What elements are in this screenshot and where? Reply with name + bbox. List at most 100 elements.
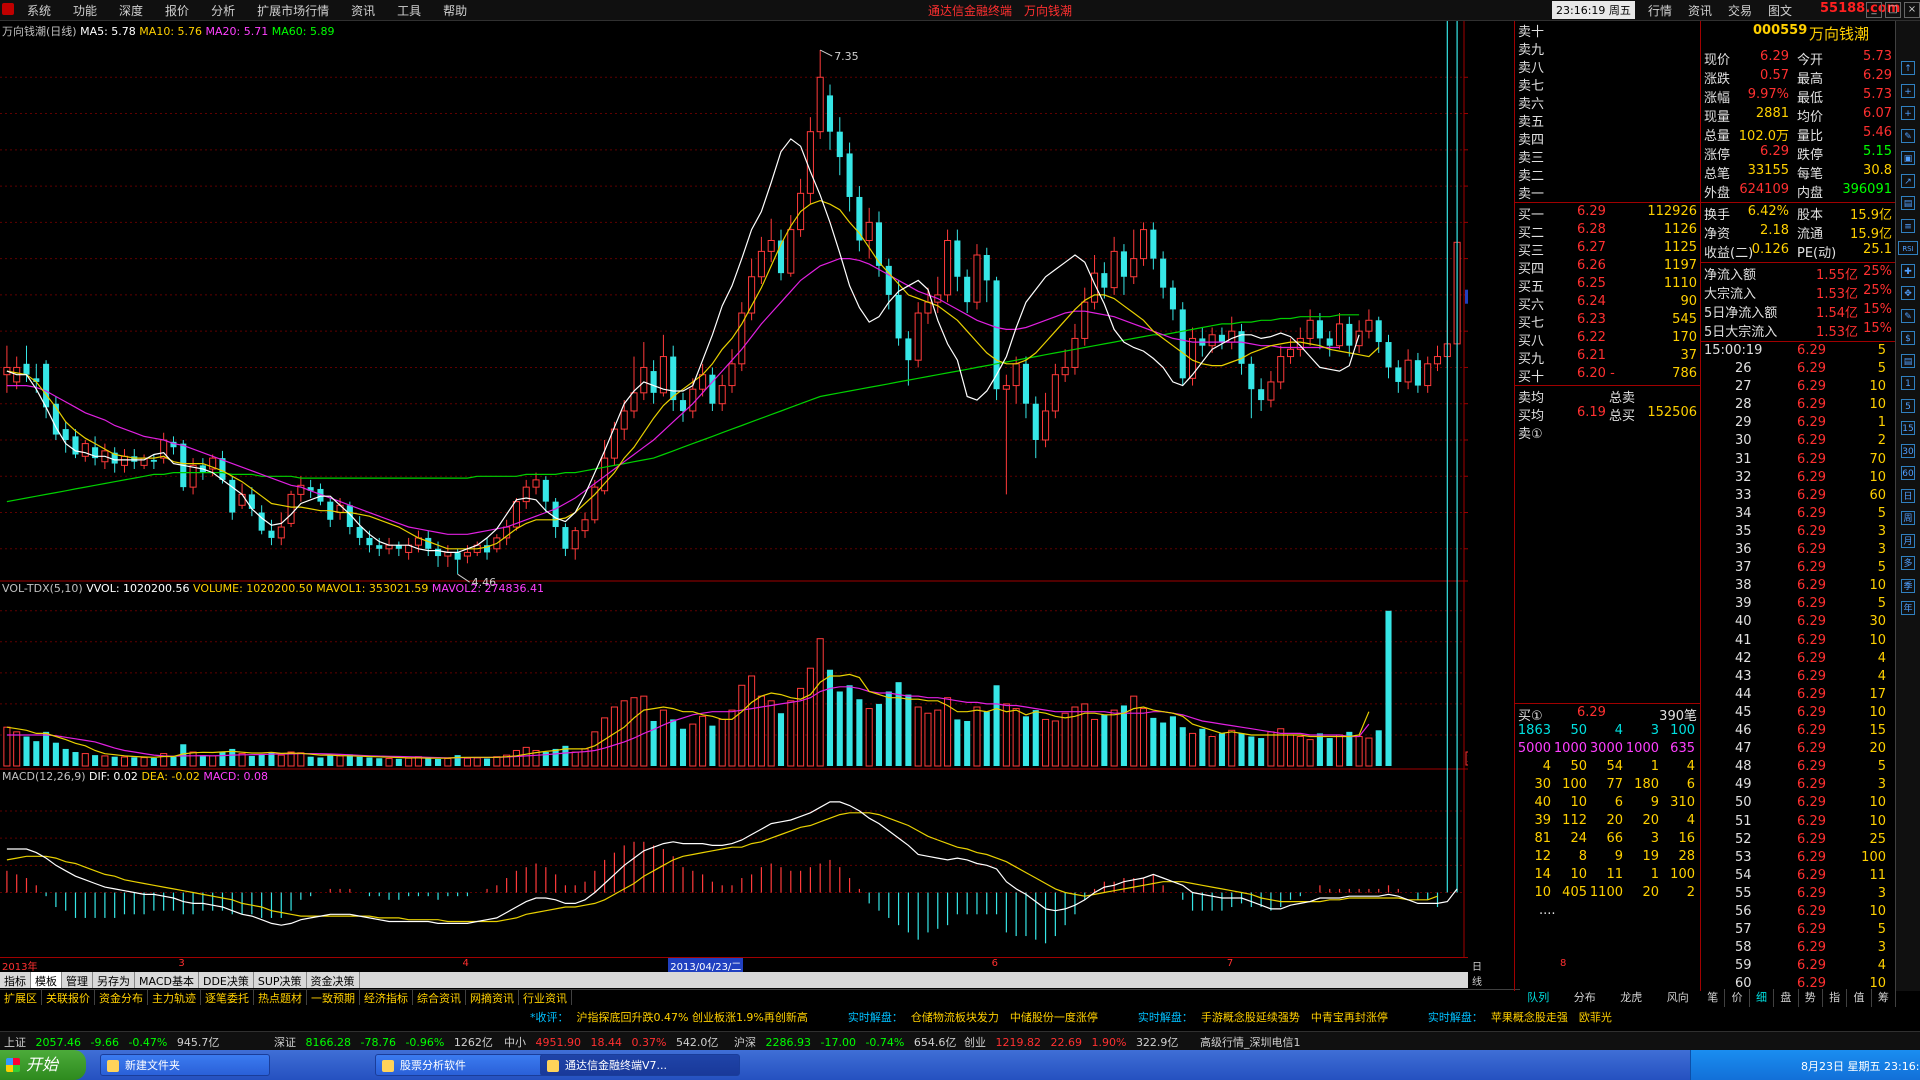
extension-tab-0[interactable]: 扩展区 (0, 990, 42, 1005)
tool-icon-3[interactable]: ✎ (1901, 128, 1915, 143)
tool-icon-22[interactable]: 多 (1901, 556, 1915, 570)
tool-icon-5[interactable]: ↗ (1901, 173, 1915, 188)
index-item[interactable]: 中小 4951.90 18.44 0.37% 542.0亿 (504, 1034, 724, 1050)
menu-item-8[interactable]: 帮助 (432, 2, 478, 19)
tool-icon-8[interactable]: RSI (1898, 241, 1918, 255)
menu-item-3[interactable]: 报价 (154, 2, 200, 19)
indicator-tab-5[interactable]: DDE决策 (199, 972, 254, 988)
indicator-tab-2[interactable]: 管理 (62, 972, 93, 988)
extension-tab-7[interactable]: 经济指标 (360, 990, 413, 1005)
tool-icon-11[interactable]: ✎ (1901, 308, 1915, 323)
extension-tab-1[interactable]: 关联报价 (42, 990, 95, 1005)
bid-row[interactable]: 买十 6.20 - 786 (1515, 366, 1701, 385)
indicator-tab-1[interactable]: 模板 (31, 972, 62, 988)
queue-more[interactable]: .... (1539, 903, 1556, 921)
extension-tab-8[interactable]: 综合资讯 (413, 990, 466, 1005)
right-menu-item-2[interactable]: 交易 (1720, 2, 1760, 19)
tool-icon-14[interactable]: 1 (1901, 376, 1915, 390)
menu-item-5[interactable]: 扩展市场行情 (246, 2, 340, 19)
extension-tab-10[interactable]: 行业资讯 (519, 990, 572, 1005)
ask-row[interactable]: 卖一 (1515, 183, 1544, 202)
index-item[interactable]: 深证 8166.28 -78.76 -0.96% 1262亿 (274, 1034, 499, 1050)
menu-item-0[interactable]: 系统 (16, 2, 62, 19)
detail-tab-0[interactable]: 笔 (1701, 989, 1726, 1007)
news-text[interactable]: 仓储物流板块发力 中储股份一度涨停 (911, 1011, 1098, 1024)
indicator-tab-6[interactable]: SUP决策 (254, 972, 307, 988)
tool-icon-16[interactable]: 15 (1901, 421, 1915, 435)
period-label[interactable]: 日线 (1472, 958, 1482, 988)
news-text[interactable]: 苹果概念股走强 欧菲光 (1491, 1011, 1612, 1024)
kline-chart[interactable]: 7.207.006.806.606.406.206.005.805.605.40… (0, 21, 1468, 957)
right-menu-item-0[interactable]: 行情 (1640, 2, 1680, 19)
indicator-tab-0[interactable]: 指标 (0, 972, 31, 988)
menu-item-6[interactable]: 资讯 (340, 2, 386, 19)
close-icon[interactable]: × (1904, 2, 1920, 18)
minimize-icon[interactable]: _ (1866, 2, 1882, 18)
ask-row[interactable]: 卖四 (1515, 129, 1544, 148)
news-text[interactable]: 沪指探底回升跌0.47% 创业板涨1.9%再创新高 (577, 1011, 808, 1024)
ask-row[interactable]: 卖八 (1515, 57, 1544, 76)
tool-icon-13[interactable]: ▤ (1901, 353, 1915, 368)
tool-icon-4[interactable]: ▣ (1901, 151, 1915, 165)
tool-icon-12[interactable]: $ (1901, 331, 1915, 345)
quote-tab-1[interactable]: 分布 (1562, 989, 1609, 1007)
tool-icon-9[interactable]: ✚ (1901, 263, 1915, 278)
taskbar-button-0[interactable]: 新建文件夹 (100, 1054, 270, 1076)
bid-row[interactable]: 买二 6.28 1126 (1515, 222, 1701, 241)
bid-row[interactable]: 买五 6.25 1110 (1515, 276, 1701, 295)
detail-tab-5[interactable]: 指 (1823, 989, 1848, 1007)
ask-row[interactable]: 卖五 (1515, 111, 1544, 130)
index-item[interactable]: 沪深 2286.93 -17.00 -0.74% 654.6亿 (734, 1034, 962, 1050)
right-menu-item-3[interactable]: 图文 (1760, 2, 1800, 19)
tool-icon-17[interactable]: 30 (1901, 443, 1915, 458)
indicator-tab-4[interactable]: MACD基本 (135, 972, 199, 988)
indicator-tab-3[interactable]: 另存为 (93, 972, 135, 988)
tool-icon-18[interactable]: 60 (1901, 466, 1915, 480)
indicator-tab-7[interactable]: 资金决策 (307, 972, 360, 988)
tool-icon-10[interactable]: ✥ (1901, 286, 1915, 300)
extension-tab-3[interactable]: 主力轨迹 (148, 990, 201, 1005)
detail-tab-4[interactable]: 势 (1799, 989, 1823, 1007)
ask-row[interactable]: 卖六 (1515, 93, 1544, 112)
tool-icon-2[interactable]: + (1901, 106, 1915, 120)
tool-icon-7[interactable]: ≡ (1901, 218, 1915, 233)
quote-tab-3[interactable]: 风向 (1655, 989, 1702, 1007)
news-text[interactable]: 手游概念股延续强势 中青宝再封涨停 (1201, 1011, 1388, 1024)
quote-tab-2[interactable]: 龙虎 (1608, 989, 1655, 1007)
maximize-icon[interactable]: □ (1885, 2, 1901, 18)
menu-item-7[interactable]: 工具 (386, 2, 432, 19)
tool-icon-24[interactable]: 年 (1901, 601, 1915, 615)
taskbar-button-1[interactable]: 股票分析软件 (375, 1054, 545, 1076)
tool-icon-23[interactable]: 季 (1901, 578, 1915, 593)
index-item[interactable]: 上证 2057.46 -9.66 -0.47% 945.7亿 (4, 1034, 225, 1050)
detail-tab-3[interactable]: 盘 (1774, 989, 1799, 1007)
bid-row[interactable]: 买六 6.24 90 (1515, 294, 1701, 313)
menu-item-2[interactable]: 深度 (108, 2, 154, 19)
detail-tab-7[interactable]: 筹 (1872, 989, 1896, 1007)
index-item[interactable]: 创业 1219.82 22.69 1.90% 322.9亿 (964, 1034, 1184, 1050)
tool-icon-1[interactable]: + (1901, 83, 1915, 98)
extension-tab-9[interactable]: 网摘资讯 (466, 990, 519, 1005)
bid-row[interactable]: 买三 6.27 1125 (1515, 240, 1701, 259)
bid-row[interactable]: 买八 6.22 170 (1515, 330, 1701, 349)
extension-tab-5[interactable]: 热点题材 (254, 990, 307, 1005)
ask-row[interactable]: 卖十 (1515, 21, 1544, 40)
tool-icon-15[interactable]: 5 (1901, 398, 1915, 413)
detail-tab-1[interactable]: 价 (1725, 989, 1750, 1007)
menu-item-1[interactable]: 功能 (62, 2, 108, 19)
right-menu-item-1[interactable]: 资讯 (1680, 2, 1720, 19)
bid-row[interactable]: 买七 6.23 545 (1515, 312, 1701, 331)
detail-tab-6[interactable]: 值 (1847, 989, 1872, 1007)
start-button[interactable]: 开始 (0, 1050, 86, 1080)
extension-tab-6[interactable]: 一致预期 (307, 990, 360, 1005)
news-line[interactable]: *收评： 沪指探底回升跌0.47% 创业板涨1.9%再创新高 实时解盘： 仓储物流板块… (530, 1009, 1652, 1025)
detail-tab-2[interactable]: 细 (1750, 989, 1775, 1007)
extension-tab-2[interactable]: 资金分布 (95, 990, 148, 1005)
bid-row[interactable]: 买九 6.21 37 (1515, 348, 1701, 367)
tool-icon-6[interactable]: ▤ (1901, 196, 1915, 210)
tool-icon-20[interactable]: 周 (1901, 511, 1915, 525)
ask-row[interactable]: 卖七 (1515, 75, 1544, 94)
tool-icon-21[interactable]: 月 (1901, 533, 1915, 548)
ask-row[interactable]: 卖三 (1515, 147, 1544, 166)
menu-item-4[interactable]: 分析 (200, 2, 246, 19)
